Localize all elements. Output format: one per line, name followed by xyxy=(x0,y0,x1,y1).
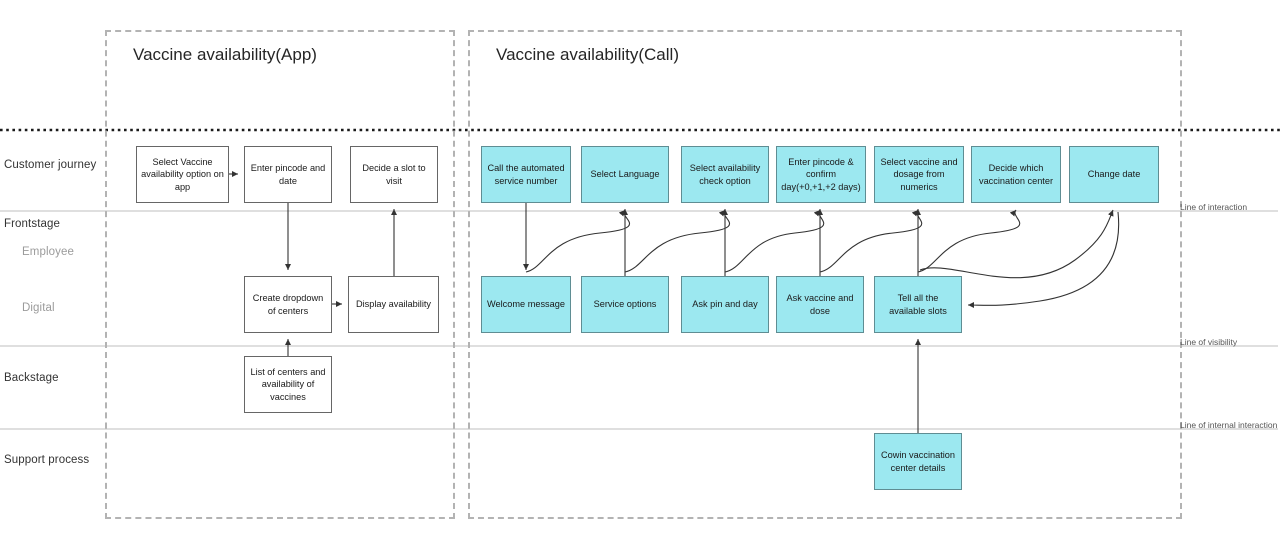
node-list-of-centers-and-availability-of-vaccines[interactable]: List of centers and availability of vacc… xyxy=(244,356,332,413)
note-line-of-visibility: Line of visibility xyxy=(1180,337,1238,347)
row-label-backstage: Backstage xyxy=(4,372,59,384)
row-label-customer-journey: Customer journey xyxy=(4,159,97,171)
node-cowin-vaccination-center-details[interactable]: Cowin vaccination center details xyxy=(874,433,962,490)
node-select-language[interactable]: Select Language xyxy=(581,146,669,203)
node-display-availability[interactable]: Display availability xyxy=(348,276,439,333)
row-label-employee: Employee xyxy=(22,246,74,258)
node-select-vaccine-availability-option-on-app[interactable]: Select Vaccine availability option on ap… xyxy=(136,146,229,203)
note-line-of-interaction: Line of interaction xyxy=(1180,202,1248,212)
row-label-support-process: Support process xyxy=(4,454,90,466)
service-blueprint-canvas: Vaccine availability(App) Vaccine availa… xyxy=(0,0,1280,540)
node-create-dropdown-of-centers[interactable]: Create dropdown of centers xyxy=(244,276,332,333)
node-enter-pincode-and-date[interactable]: Enter pincode and date xyxy=(244,146,332,203)
node-ask-pin-and-day[interactable]: Ask pin and day xyxy=(681,276,769,333)
node-tell-all-the-available-slots[interactable]: Tell all the available slots xyxy=(874,276,962,333)
row-label-digital: Digital xyxy=(22,302,55,314)
note-line-of-internal-interaction: Line of internal interaction xyxy=(1180,420,1278,430)
node-enter-pincode-and-confirm-day[interactable]: Enter pincode & confirm day(+0,+1,+2 day… xyxy=(776,146,866,203)
group-call-title: Vaccine availability(Call) xyxy=(496,45,679,64)
row-label-frontstage: Frontstage xyxy=(4,218,60,230)
group-app-title: Vaccine availability(App) xyxy=(133,45,317,64)
node-decide-a-slot-to-visit[interactable]: Decide a slot to visit xyxy=(350,146,438,203)
node-ask-vaccine-and-dose[interactable]: Ask vaccine and dose xyxy=(776,276,864,333)
node-service-options[interactable]: Service options xyxy=(581,276,669,333)
node-call-the-automated-service-number[interactable]: Call the automated service number xyxy=(481,146,571,203)
group-call xyxy=(468,30,1182,519)
node-select-availability-check-option[interactable]: Select availability check option xyxy=(681,146,769,203)
node-select-vaccine-and-dosage-from-numerics[interactable]: Select vaccine and dosage from numerics xyxy=(874,146,964,203)
group-app xyxy=(105,30,455,519)
node-decide-which-vaccination-center[interactable]: Decide which vaccination center xyxy=(971,146,1061,203)
node-change-date[interactable]: Change date xyxy=(1069,146,1159,203)
node-welcome-message[interactable]: Welcome message xyxy=(481,276,571,333)
